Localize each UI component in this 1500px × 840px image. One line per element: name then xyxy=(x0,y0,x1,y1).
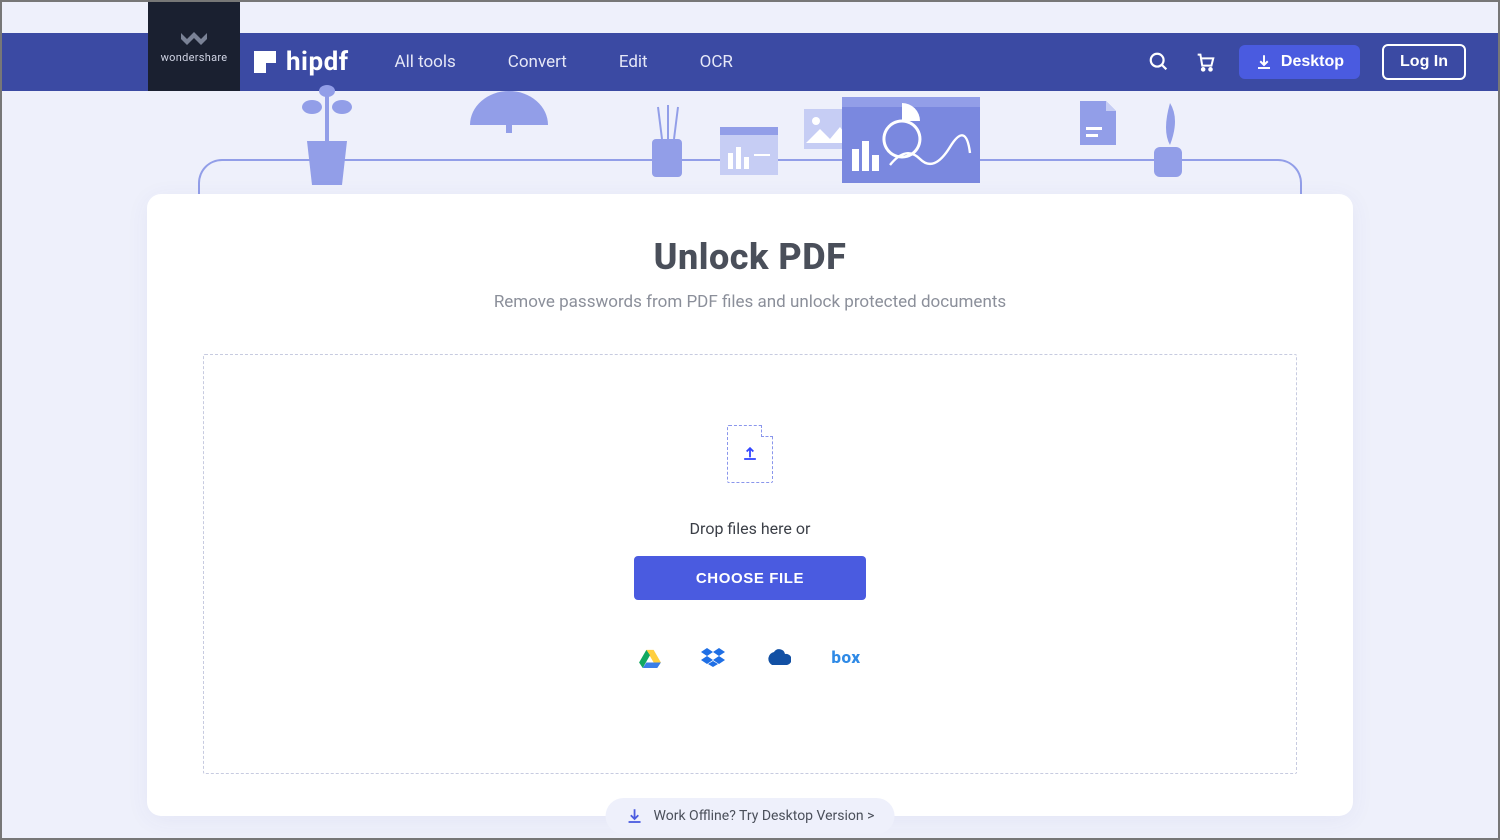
offline-pill[interactable]: Work Offline? Try Desktop Version > xyxy=(606,798,895,834)
storage-providers: box xyxy=(639,648,860,668)
hero-illustration xyxy=(2,91,1498,196)
dashboard-icon xyxy=(842,97,980,183)
doc-icon xyxy=(1078,99,1118,147)
lamp-icon xyxy=(470,91,548,135)
navbar: wondershare hipdf All tools Convert Edit… xyxy=(2,33,1498,91)
desktop-button[interactable]: Desktop xyxy=(1239,45,1360,79)
pencup-icon xyxy=(644,105,690,179)
plant-icon xyxy=(292,85,362,193)
choose-file-button[interactable]: CHOOSE FILE xyxy=(634,556,866,600)
wondershare-icon xyxy=(181,29,207,45)
hipdf-logo[interactable]: hipdf xyxy=(254,47,349,77)
hipdf-label: hipdf xyxy=(286,47,349,77)
upload-file-icon xyxy=(727,425,773,483)
login-button[interactable]: Log In xyxy=(1382,44,1466,80)
page-title: Unlock PDF xyxy=(147,236,1353,278)
nav-convert[interactable]: Convert xyxy=(508,52,567,72)
cart-icon[interactable] xyxy=(1193,50,1217,74)
download-icon xyxy=(1255,53,1273,71)
desktop-button-label: Desktop xyxy=(1281,53,1344,71)
nav-edit[interactable]: Edit xyxy=(619,52,648,72)
wondershare-brand[interactable]: wondershare xyxy=(148,2,240,91)
hipdf-icon xyxy=(254,51,276,73)
main-card: Unlock PDF Remove passwords from PDF fil… xyxy=(147,194,1353,816)
dropbox-icon[interactable] xyxy=(701,648,725,668)
smallchart-icon xyxy=(720,127,778,175)
box-icon[interactable]: box xyxy=(831,648,860,668)
search-icon[interactable] xyxy=(1147,50,1171,74)
nav-ocr[interactable]: OCR xyxy=(700,52,733,72)
page-subtitle: Remove passwords from PDF files and unlo… xyxy=(147,292,1353,312)
onedrive-icon[interactable] xyxy=(765,649,791,667)
quill-icon xyxy=(1140,101,1196,181)
google-drive-icon[interactable] xyxy=(639,648,661,668)
dropzone[interactable]: Drop files here or CHOOSE FILE box xyxy=(203,354,1297,774)
nav-all-tools[interactable]: All tools xyxy=(395,52,456,72)
offline-pill-label: Work Offline? Try Desktop Version > xyxy=(654,808,875,824)
wondershare-label: wondershare xyxy=(161,51,228,64)
download-icon xyxy=(626,807,644,825)
nav-menu: All tools Convert Edit OCR xyxy=(395,52,733,72)
drop-text: Drop files here or xyxy=(690,519,811,538)
nav-right: Desktop Log In xyxy=(1147,44,1466,80)
